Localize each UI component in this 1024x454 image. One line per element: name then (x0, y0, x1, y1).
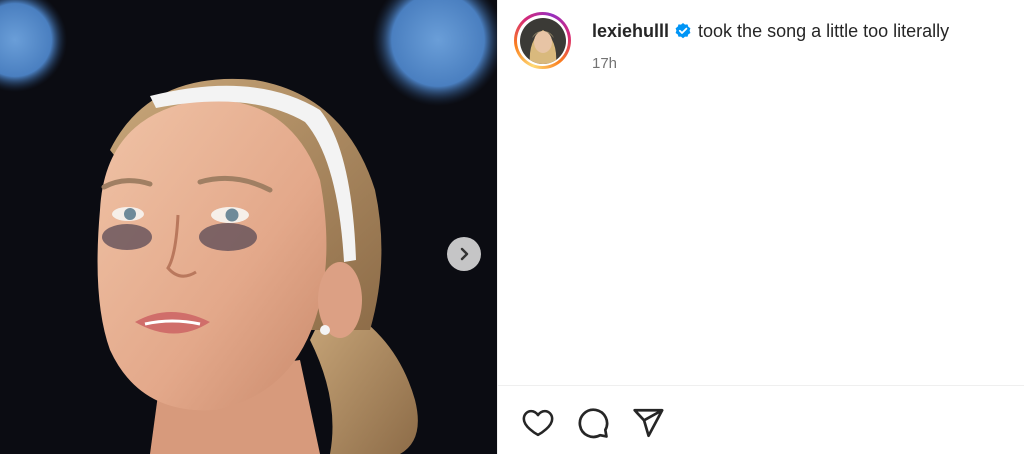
post-actions (520, 405, 666, 441)
verified-badge-icon (674, 22, 692, 40)
share-button[interactable] (630, 405, 666, 441)
username-link[interactable]: lexiehulll (592, 20, 669, 42)
share-icon (633, 408, 664, 438)
story-ring[interactable] (514, 12, 571, 69)
caption-text: took the song a little too literally (698, 21, 950, 41)
comment-button[interactable] (575, 405, 611, 441)
like-button[interactable] (520, 405, 556, 441)
post-timestamp[interactable]: 17h (592, 55, 617, 72)
carousel-next-button[interactable] (447, 237, 481, 271)
avatar (519, 17, 566, 64)
heart-icon (522, 409, 554, 437)
post-media[interactable] (0, 0, 497, 454)
post-caption: lexiehulll took the song a little too li… (592, 20, 949, 42)
comment-icon (578, 408, 609, 439)
chevron-right-icon (460, 247, 469, 261)
actions-divider (498, 385, 1024, 386)
post-photo (0, 0, 497, 454)
post-side-panel: lexiehulll took the song a little too li… (498, 0, 1024, 454)
